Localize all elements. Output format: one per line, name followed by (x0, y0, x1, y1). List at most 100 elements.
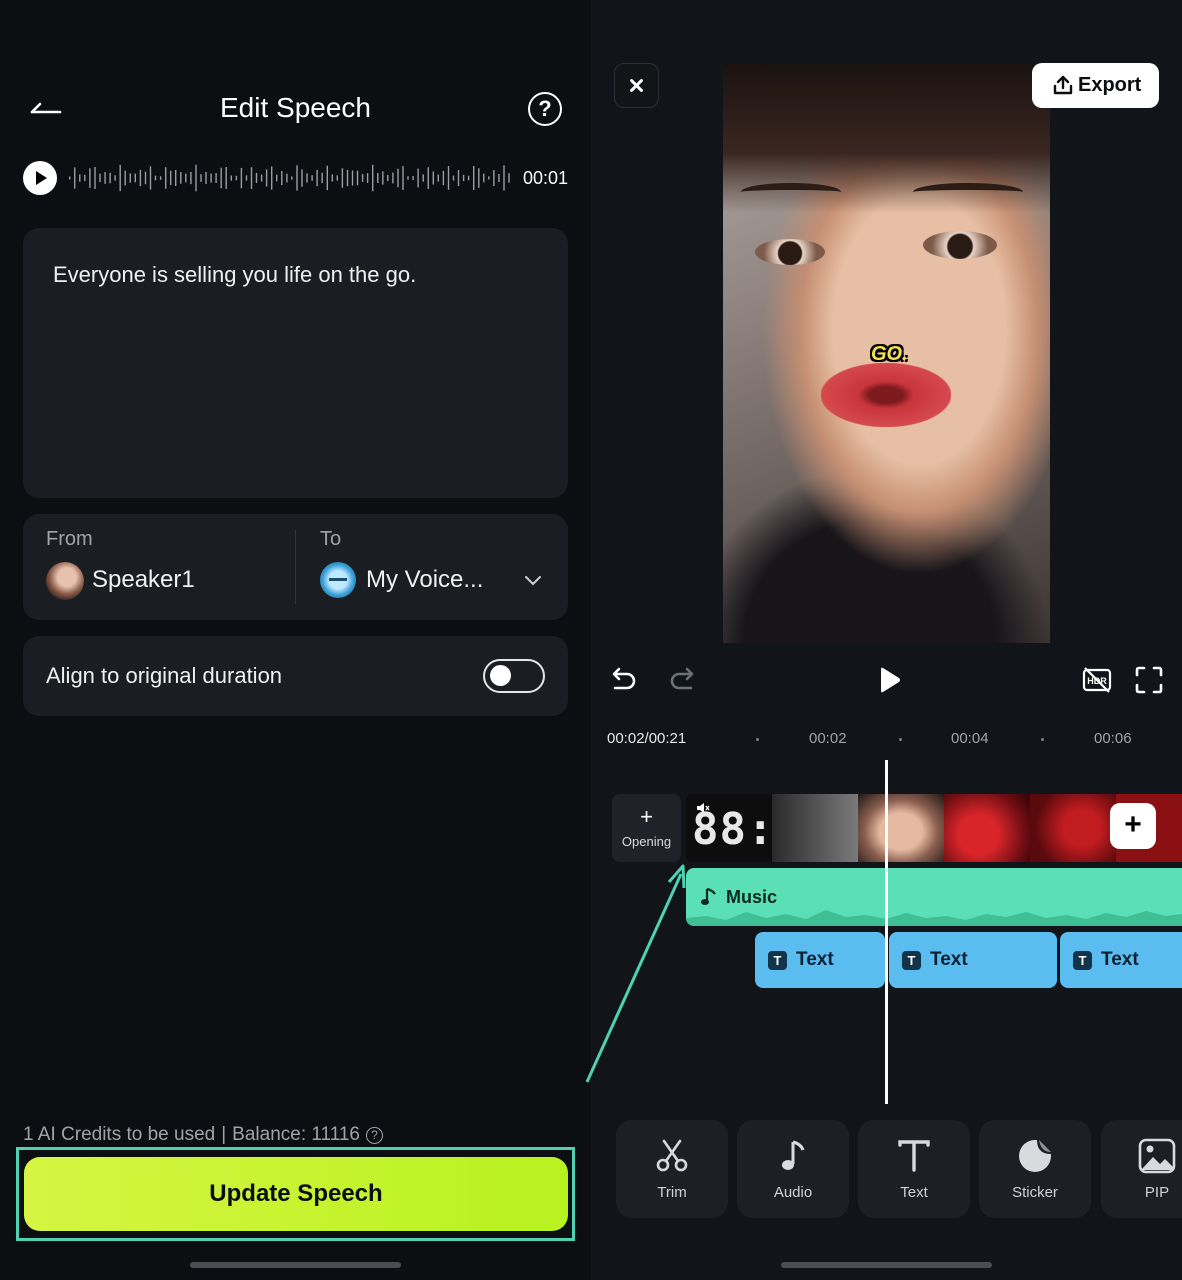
play-audio-button[interactable] (23, 161, 57, 195)
credits-used: 1 AI Credits to be used (23, 1124, 216, 1145)
waveform-bar (311, 175, 313, 181)
text-clip[interactable]: T Text (755, 932, 885, 988)
credits-help-icon[interactable]: ? (366, 1127, 383, 1144)
waveform-bar (341, 168, 344, 188)
trim-tool[interactable]: Trim (616, 1120, 728, 1218)
scissors-icon (656, 1139, 688, 1172)
waveform-bar (407, 176, 409, 180)
audio-tool[interactable]: Audio (737, 1120, 849, 1218)
waveform-bar (124, 170, 126, 186)
music-note-icon (782, 1140, 805, 1170)
waveform-bar (220, 167, 222, 189)
from-speaker-name: Speaker1 (92, 566, 195, 593)
waveform-bar (114, 175, 116, 181)
video-clip-track[interactable]: 88: (686, 794, 1182, 862)
clip-thumbnail (944, 794, 1030, 862)
audio-duration: 00:01 (522, 168, 568, 188)
pip-tool[interactable]: PIP (1101, 1120, 1182, 1218)
text-clip[interactable]: T Text (1060, 932, 1182, 988)
align-duration-toggle[interactable] (483, 659, 545, 693)
waveform-bar (462, 174, 465, 182)
redo-icon[interactable] (667, 664, 699, 696)
to-voice-dropdown[interactable]: My Voice... (366, 566, 483, 594)
add-opening-button[interactable]: + Opening (612, 794, 681, 862)
waveform-bar (306, 173, 308, 183)
waveform-bar (417, 168, 419, 188)
audio-waveform[interactable] (67, 160, 515, 196)
waveform-bar (89, 168, 91, 188)
text-clip[interactable]: T Text (889, 932, 1057, 988)
waveform-bar (291, 176, 293, 180)
to-label: To (320, 528, 342, 550)
current-time: 00:02/00:21 (607, 730, 687, 747)
waveform-bar (94, 167, 96, 189)
sticker-tool[interactable]: Sticker (979, 1120, 1091, 1218)
waveform-bar (200, 174, 202, 182)
waveform-bar (508, 173, 510, 183)
clip-thumbnail: 88: (686, 794, 773, 862)
text-clip-label: Text (1101, 949, 1139, 970)
text-icon (898, 1140, 930, 1172)
credits-separator: | (221, 1124, 227, 1145)
waveform-bar (387, 174, 389, 182)
text-clip-label: Text (930, 949, 968, 970)
add-clip-button[interactable]: + (1110, 803, 1156, 849)
waveform-bar (210, 173, 212, 183)
speech-text[interactable]: Everyone is selling you life on the go. (53, 262, 416, 288)
align-duration-row: Align to original duration (23, 636, 568, 716)
voice-selector: From Speaker1 To My Voice... (23, 514, 568, 620)
align-duration-label: Align to original duration (46, 663, 283, 688)
playhead[interactable] (885, 760, 888, 1104)
waveform-bar (361, 174, 364, 182)
app-root: Edit Speech ? 00:01 Everyone is selling … (0, 0, 1182, 1280)
tool-label: Text (900, 1184, 928, 1201)
music-track[interactable]: Music (686, 868, 1182, 926)
caption-overlay[interactable]: GO. (871, 343, 908, 366)
waveform-bar (271, 166, 273, 190)
waveform-bar (331, 174, 333, 182)
undo-icon[interactable] (607, 664, 639, 696)
waveform-bar (442, 170, 445, 186)
video-frame-detail (821, 363, 951, 427)
waveform-bar (447, 166, 450, 190)
waveform-bar (175, 170, 177, 186)
waveform-bar (432, 171, 434, 185)
waveform-bar (230, 175, 232, 181)
play-icon[interactable] (873, 664, 905, 696)
waveform-bar (190, 171, 192, 185)
waveform-bar (79, 174, 81, 182)
waveform-bar (366, 173, 369, 183)
sticker-icon (1019, 1140, 1051, 1172)
video-frame-detail (755, 239, 825, 265)
update-speech-button[interactable]: Update Speech (24, 1157, 568, 1231)
video-preview[interactable]: GO. (723, 63, 1050, 643)
export-button[interactable]: Export (1032, 63, 1159, 108)
video-editor-panel: GO. Export HDR 00:02/ (585, 0, 1182, 1280)
text-tool[interactable]: Text (858, 1120, 970, 1218)
waveform-bar (149, 166, 152, 190)
waveform-bar (139, 169, 142, 187)
audio-player: 00:01 (23, 160, 571, 196)
image-icon (1138, 1138, 1176, 1174)
waveform-bar (351, 170, 354, 186)
waveform-bar (235, 175, 238, 181)
speech-text-editor[interactable]: Everyone is selling you life on the go. (23, 228, 568, 498)
close-button[interactable] (614, 63, 659, 108)
music-label: Music (726, 887, 778, 907)
credits-balance: Balance: 11116 (232, 1124, 360, 1145)
waveform-bar (452, 175, 455, 181)
waveform-bar (69, 176, 71, 180)
waveform-bar (478, 168, 480, 188)
opening-label: Opening (621, 834, 672, 849)
hdr-off-icon[interactable]: HDR (1081, 664, 1113, 696)
waveform-bar (205, 171, 207, 184)
waveform-bar (321, 172, 323, 184)
help-icon[interactable]: ? (528, 92, 562, 126)
chevron-down-icon[interactable] (523, 570, 543, 590)
fullscreen-icon[interactable] (1133, 664, 1165, 696)
waveform-bar (215, 173, 217, 183)
waveform-bar (99, 173, 101, 183)
timeline-ruler[interactable]: 00:02/00:21 00:02 00:04 00:06 (591, 724, 1182, 754)
waveform-bar (170, 170, 172, 186)
home-indicator (781, 1262, 992, 1268)
